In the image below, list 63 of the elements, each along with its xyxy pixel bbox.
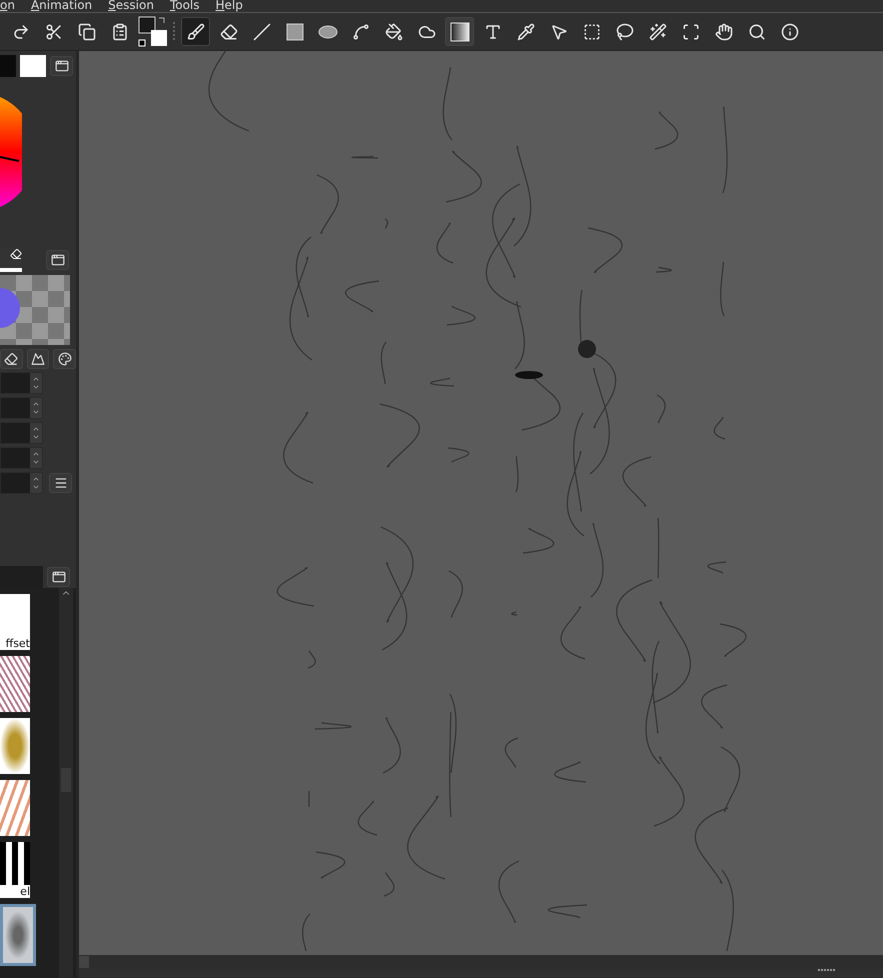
vertical-scrollbar[interactable] [59,588,73,978]
foreground-color-swatch[interactable] [0,55,16,77]
brush-mode-button[interactable] [0,349,23,369]
tool-button[interactable] [181,17,210,46]
menu-item[interactable]: Session [108,0,154,12]
menu-button[interactable] [49,473,72,493]
brush-preset[interactable] [0,718,30,774]
scissors-icon [44,22,62,40]
dock-menu-button[interactable] [46,250,69,270]
rectangle-select-icon [582,22,600,40]
spin-field[interactable] [0,372,43,394]
palette-icon [58,352,72,366]
spin-field[interactable] [0,422,43,444]
line-icon [252,22,270,40]
color-swatch-icon[interactable] [138,16,168,48]
dock-menu-button[interactable] [50,56,73,76]
brush-size-swatch[interactable] [0,248,22,272]
eraser-icon [10,248,22,260]
clipboard-icon [110,22,128,40]
transform-icon [682,22,700,40]
dock-menu-button[interactable] [47,567,70,587]
brush-preset-label: el [0,885,30,898]
brush-blend-button[interactable] [26,349,50,369]
brush-preset[interactable] [0,904,36,966]
spin-field[interactable] [0,472,43,494]
copy-icon [78,22,96,40]
window-icon [50,253,64,267]
curve-icon [352,22,370,40]
menu-item[interactable]: Animation [30,0,92,12]
menu-item[interactable]: on [0,0,15,12]
pointer-icon [550,22,568,40]
eraser-icon [4,352,18,366]
background-color-swatch[interactable] [20,55,46,77]
window-icon [52,570,66,584]
brush-preset[interactable] [0,656,30,712]
ellipse-icon [318,24,338,38]
gradient-icon [450,22,470,42]
magic-wand-icon [648,22,666,40]
mountain-icon [31,352,45,366]
spin-field[interactable] [0,397,43,419]
menu-item[interactable]: Help [216,0,243,12]
info-icon [780,22,798,40]
brush-preset[interactable]: ffset [0,594,30,650]
spin-field[interactable] [0,447,43,469]
toolbar-grip-icon[interactable] [172,22,177,42]
brush-preset[interactable]: el [0,842,30,898]
redo-icon [12,22,30,40]
hand-icon [714,22,732,40]
menu-icon [54,476,68,490]
eraser-icon [220,22,238,40]
brush-preview [0,275,70,345]
window-icon [54,59,68,73]
brush-options-button[interactable] [53,349,76,369]
tool-button[interactable] [445,17,474,46]
brush-icon [186,22,204,40]
text-icon [484,22,502,40]
eyedropper-icon [516,22,534,40]
lasso-icon [616,22,634,40]
rectangle-icon [286,22,304,40]
paint-bucket-icon [384,22,402,40]
resize-grip-icon[interactable] [818,969,838,973]
menu-item[interactable]: Tools [170,0,200,12]
search-icon [748,22,766,40]
